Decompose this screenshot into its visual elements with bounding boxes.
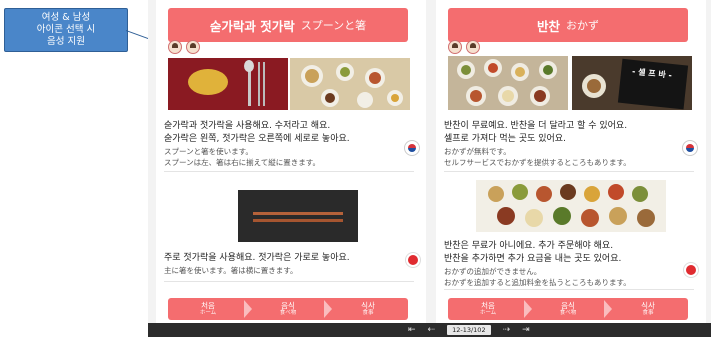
- nav-label-ko: 식사: [361, 301, 375, 310]
- nav-food[interactable]: 음식 食べ物: [528, 298, 608, 320]
- nav-label-ko: 음식: [281, 301, 295, 310]
- japan-flag-icon[interactable]: [684, 263, 698, 277]
- left-page: 숟가락과 젓가락 スプーンと箸 숟가락과 젓가락을 사용해요. 수저라고 해요.…: [156, 0, 426, 323]
- last-page-icon[interactable]: ⇥: [522, 325, 530, 335]
- chopsticks-card: 주로 젓가락을 사용해요. 젓가락은 가로로 놓아요. 主に箸を使います。箸は横…: [164, 252, 414, 282]
- self-bar-photo: [572, 56, 692, 110]
- nav-label-ko: 처음: [481, 301, 495, 310]
- male-voice-avatar-icon[interactable]: [466, 40, 480, 54]
- card-text-jp: セルフサービスでおかずを提供するところもあります。: [444, 158, 631, 167]
- card-text-ko: 주로 젓가락을 사용해요. 젓가락은 가로로 놓아요.: [164, 253, 350, 263]
- card-text-ko: 셀프로 가져다 먹는 곳도 있어요.: [444, 134, 566, 144]
- paid-side-dish-card: 반찬은 무료가 아니에요. 추가 주문해야 해요. 반찬을 추가하면 추가 요금…: [444, 240, 694, 290]
- nav-food[interactable]: 음식 食べ物: [248, 298, 328, 320]
- card-text-ko: 반찬은 무료가 아니에요. 추가 주문해야 해요.: [444, 241, 614, 251]
- page-number-indicator: 12-13/102: [447, 325, 491, 335]
- table-setting-photo: [290, 58, 410, 110]
- callout-text: 여성 & 남성 아이콘 선택 시 음성 지원: [36, 12, 96, 47]
- card-text-jp: 主に箸を使います。箸は横に置きます。: [164, 266, 298, 275]
- korea-flag-icon[interactable]: [682, 140, 698, 156]
- nav-label-ko: 처음: [201, 301, 215, 310]
- nav-label-jp: ホーム: [199, 310, 217, 316]
- left-page-header: 숟가락과 젓가락 スプーンと箸: [168, 8, 408, 42]
- book-spread: 숟가락과 젓가락 スプーンと箸 숟가락과 젓가락을 사용해요. 수저라고 해요.…: [148, 0, 711, 323]
- nav-meal[interactable]: 식사 食事: [608, 298, 688, 320]
- pager-controls: ⇤ ⇠ 12-13/102 ⇢ ⇥: [408, 325, 530, 335]
- nav-label-jp: 食事: [362, 310, 374, 316]
- card-text-jp: おかずが無料です。: [444, 147, 511, 156]
- female-voice-avatar-icon[interactable]: [168, 40, 182, 54]
- free-side-dish-card: 반찬이 무료예요. 반찬을 더 달라고 할 수 있어요. 셀프로 가져다 먹는 …: [444, 120, 694, 172]
- card-text-ko: 숟가락은 왼쪽, 젓가락은 오른쪽에 세로로 놓아요.: [164, 134, 350, 144]
- nav-home[interactable]: 처음 ホーム: [168, 298, 248, 320]
- spoon-chopsticks-photo: [168, 58, 288, 110]
- voice-support-callout: 여성 & 남성 아이콘 선택 시 음성 지원: [4, 8, 128, 52]
- prev-page-icon[interactable]: ⇠: [428, 325, 436, 335]
- side-dishes-photo: [448, 56, 568, 110]
- japan-flag-icon[interactable]: [406, 253, 420, 267]
- nav-label-jp: 食事: [642, 310, 654, 316]
- left-bottom-nav: 처음 ホーム 음식 食べ物 식사 食事: [168, 298, 408, 320]
- left-avatar-group: [168, 40, 200, 54]
- paid-side-dishes-photo: [476, 180, 666, 232]
- female-voice-avatar-icon[interactable]: [448, 40, 462, 54]
- card-text-jp: おかずの追加ができません。: [444, 267, 542, 276]
- chopsticks-photo: [238, 190, 358, 242]
- spoon-chopsticks-card: 숟가락과 젓가락을 사용해요. 수저라고 해요. 숟가락은 왼쪽, 젓가락은 오…: [164, 120, 414, 172]
- next-page-icon[interactable]: ⇢: [503, 325, 511, 335]
- nav-label-jp: ホーム: [479, 310, 497, 316]
- left-header-title-jp: スプーンと箸: [300, 19, 367, 32]
- card-text-ko: 숟가락과 젓가락을 사용해요. 수저라고 해요.: [164, 121, 331, 131]
- right-header-title-jp: おかず: [566, 19, 599, 32]
- korea-flag-icon[interactable]: [404, 140, 420, 156]
- nav-label-jp: 食べ物: [559, 310, 577, 316]
- first-page-icon[interactable]: ⇤: [408, 325, 416, 335]
- card-text-ko: 반찬을 추가하면 추가 요금을 내는 곳도 있어요.: [444, 254, 622, 264]
- right-page-header: 반찬 おかず: [448, 8, 688, 42]
- right-page: 반찬 おかず - 셀 프 바 - 반찬이 무료예요. 반찬을 더 달라고 할 수…: [436, 0, 706, 323]
- nav-label-ko: 식사: [641, 301, 655, 310]
- ebook-viewer: 여성 & 남성 아이콘 선택 시 음성 지원 숟가락과 젓가락 スプーンと箸 숟…: [0, 0, 711, 337]
- right-header-title-ko: 반찬: [536, 18, 560, 34]
- right-bottom-nav: 처음 ホーム 음식 食べ物 식사 食事: [448, 298, 688, 320]
- nav-home[interactable]: 처음 ホーム: [448, 298, 528, 320]
- card-text-jp: スプーンは左、箸は右に揃えて縦に置きます。: [164, 158, 320, 167]
- nav-label-jp: 食べ物: [279, 310, 297, 316]
- pager-footer: ⇤ ⇠ 12-13/102 ⇢ ⇥: [148, 323, 711, 337]
- card-text-jp: おかずを追加すると追加料金を払うところもあります。: [444, 278, 631, 287]
- card-text-jp: スプーンと箸を使います。: [164, 147, 253, 156]
- right-avatar-group: [448, 40, 480, 54]
- nav-label-ko: 음식: [561, 301, 575, 310]
- card-text-ko: 반찬이 무료예요. 반찬을 더 달라고 할 수 있어요.: [444, 121, 628, 131]
- left-header-title-ko: 숟가락과 젓가락: [209, 18, 295, 34]
- nav-meal[interactable]: 식사 食事: [328, 298, 408, 320]
- male-voice-avatar-icon[interactable]: [186, 40, 200, 54]
